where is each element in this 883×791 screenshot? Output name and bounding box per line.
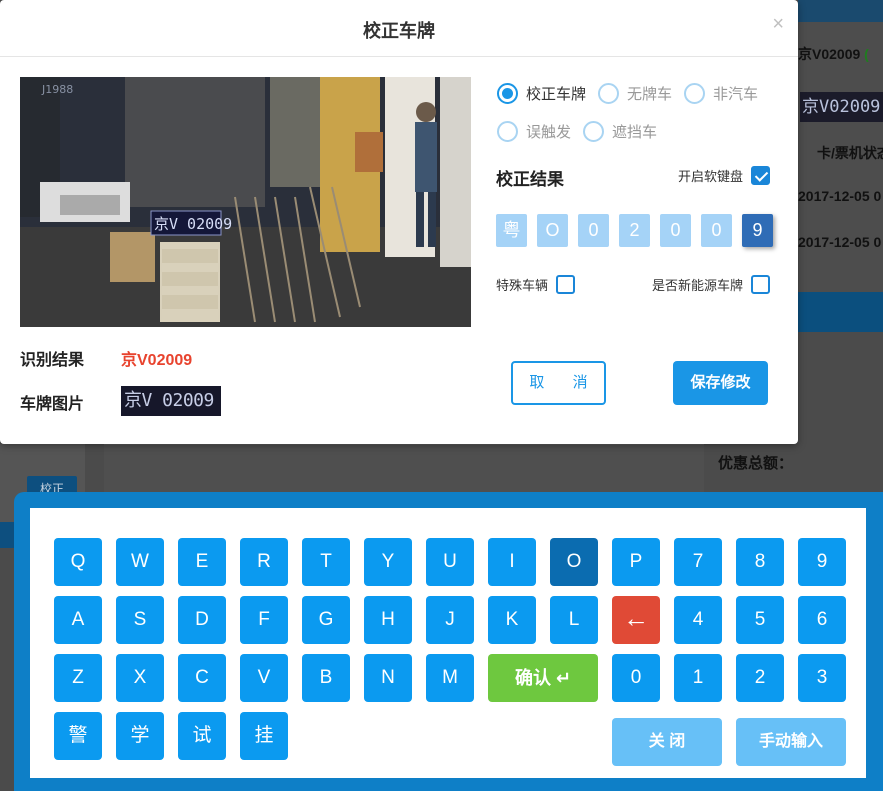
option-correct-plate[interactable]: 校正车牌	[497, 83, 586, 104]
plate-char-5[interactable]: 0	[660, 214, 691, 247]
key-k[interactable]: K	[488, 596, 536, 644]
option-non-vehicle[interactable]: 非汽车	[684, 83, 758, 104]
key-0[interactable]: 0	[612, 654, 660, 702]
radio-icon	[684, 83, 705, 104]
key-j[interactable]: J	[426, 596, 474, 644]
key-e[interactable]: E	[178, 538, 226, 586]
key-9[interactable]: 9	[798, 538, 846, 586]
key-f[interactable]: F	[240, 596, 288, 644]
key-z[interactable]: Z	[54, 654, 102, 702]
plate-char-7-active[interactable]: 9	[742, 214, 773, 247]
key-p[interactable]: P	[612, 538, 660, 586]
key-y[interactable]: Y	[364, 538, 412, 586]
save-button[interactable]: 保存修改	[673, 361, 768, 405]
dialog-header: 校正车牌 ×	[0, 0, 798, 57]
soft-keyboard-toggle[interactable]: 开启软键盘	[678, 166, 771, 185]
dialog-title: 校正车牌	[363, 21, 435, 41]
radio-icon	[583, 121, 604, 142]
close-keyboard-button[interactable]: 关 闭	[612, 718, 722, 766]
background-discount-label: 优惠总额：	[718, 455, 794, 472]
key-1[interactable]: 1	[674, 654, 722, 702]
key-a[interactable]: A	[54, 596, 102, 644]
key-g[interactable]: G	[302, 596, 350, 644]
snapshot-scene: 京V 02009 J1988	[20, 77, 471, 327]
key-4[interactable]: 4	[674, 596, 722, 644]
key-d[interactable]: D	[178, 596, 226, 644]
checkbox-icon	[556, 275, 576, 294]
background-left-marker	[0, 522, 14, 548]
recognition-value: 京V02009	[121, 352, 193, 369]
background-plate-image: 京V02009	[800, 92, 883, 122]
key-3[interactable]: 3	[798, 654, 846, 702]
background-plate-number: 京V02009 (	[798, 46, 869, 62]
key-jing-police[interactable]: 警	[54, 712, 102, 760]
close-icon[interactable]: ×	[772, 13, 784, 36]
key-8[interactable]: 8	[736, 538, 784, 586]
keyboard-panel: Q W E R T Y U I O P 7 8 9 A S D F G H J …	[30, 508, 866, 778]
background-panel-header	[798, 0, 883, 22]
key-gua-trailer[interactable]: 挂	[240, 712, 288, 760]
key-v[interactable]: V	[240, 654, 288, 702]
radio-icon	[598, 83, 619, 104]
cancel-button[interactable]: 取 消	[511, 361, 606, 405]
plate-image-text: 京V 02009	[124, 390, 214, 411]
plate-char-6[interactable]: 0	[701, 214, 732, 247]
plate-char-4[interactable]: 2	[619, 214, 650, 247]
key-h[interactable]: H	[364, 596, 412, 644]
key-c[interactable]: C	[178, 654, 226, 702]
key-m[interactable]: M	[426, 654, 474, 702]
key-2[interactable]: 2	[736, 654, 784, 702]
confirm-key[interactable]: 确认 ↵	[488, 654, 598, 702]
key-l[interactable]: L	[550, 596, 598, 644]
key-t[interactable]: T	[302, 538, 350, 586]
background-status-label: 卡/票机状态	[817, 145, 883, 161]
key-7[interactable]: 7	[674, 538, 722, 586]
plate-char-3[interactable]: 0	[578, 214, 609, 247]
capture-snapshot: 京V 02009 J1988	[20, 77, 471, 327]
key-b[interactable]: B	[302, 654, 350, 702]
snapshot-corner-text: J1988	[41, 83, 73, 96]
option-false-trigger[interactable]: 误触发	[497, 121, 571, 142]
key-shi-test[interactable]: 试	[178, 712, 226, 760]
key-s[interactable]: S	[116, 596, 164, 644]
key-5[interactable]: 5	[736, 596, 784, 644]
option-blocked-car[interactable]: 遮挡车	[583, 121, 657, 142]
snapshot-plate-text: 京V 02009	[154, 215, 232, 233]
soft-keyboard: Q W E R T Y U I O P 7 8 9 A S D F G H J …	[14, 492, 883, 791]
radio-checked-icon	[497, 83, 518, 104]
key-i[interactable]: I	[488, 538, 536, 586]
plate-image-label: 车牌图片	[20, 396, 85, 413]
option-no-plate[interactable]: 无牌车	[598, 83, 672, 104]
backspace-key[interactable]: ←	[612, 596, 660, 644]
plate-char-2[interactable]: O	[537, 214, 568, 247]
correction-result-title: 校正结果	[496, 170, 564, 189]
checkbox-checked-icon	[751, 166, 771, 185]
checkbox-icon	[751, 275, 771, 294]
background-time-1: 2017-12-05 0	[798, 188, 882, 204]
key-o[interactable]: O	[550, 538, 598, 586]
plate-image-thumbnail: 京V 02009	[121, 386, 221, 416]
background-time-2: 2017-12-05 0	[798, 234, 882, 250]
radio-icon	[497, 121, 518, 142]
key-x[interactable]: X	[116, 654, 164, 702]
key-w[interactable]: W	[116, 538, 164, 586]
manual-input-button[interactable]: 手动输入	[736, 718, 846, 766]
key-u[interactable]: U	[426, 538, 474, 586]
recognition-label: 识别结果	[20, 352, 85, 369]
correct-plate-dialog: 校正车牌 × 京V 02009 J1988 识别结果 京V02009 车牌图片 …	[0, 0, 798, 444]
key-n[interactable]: N	[364, 654, 412, 702]
new-energy-toggle[interactable]: 是否新能源车牌	[652, 275, 771, 294]
key-r[interactable]: R	[240, 538, 288, 586]
key-q[interactable]: Q	[54, 538, 102, 586]
key-6[interactable]: 6	[798, 596, 846, 644]
background-blue-strip	[798, 292, 883, 332]
special-vehicle-toggle[interactable]: 特殊车辆	[496, 275, 576, 294]
key-xue-learner[interactable]: 学	[116, 712, 164, 760]
plate-char-province[interactable]: 粤	[496, 214, 527, 247]
